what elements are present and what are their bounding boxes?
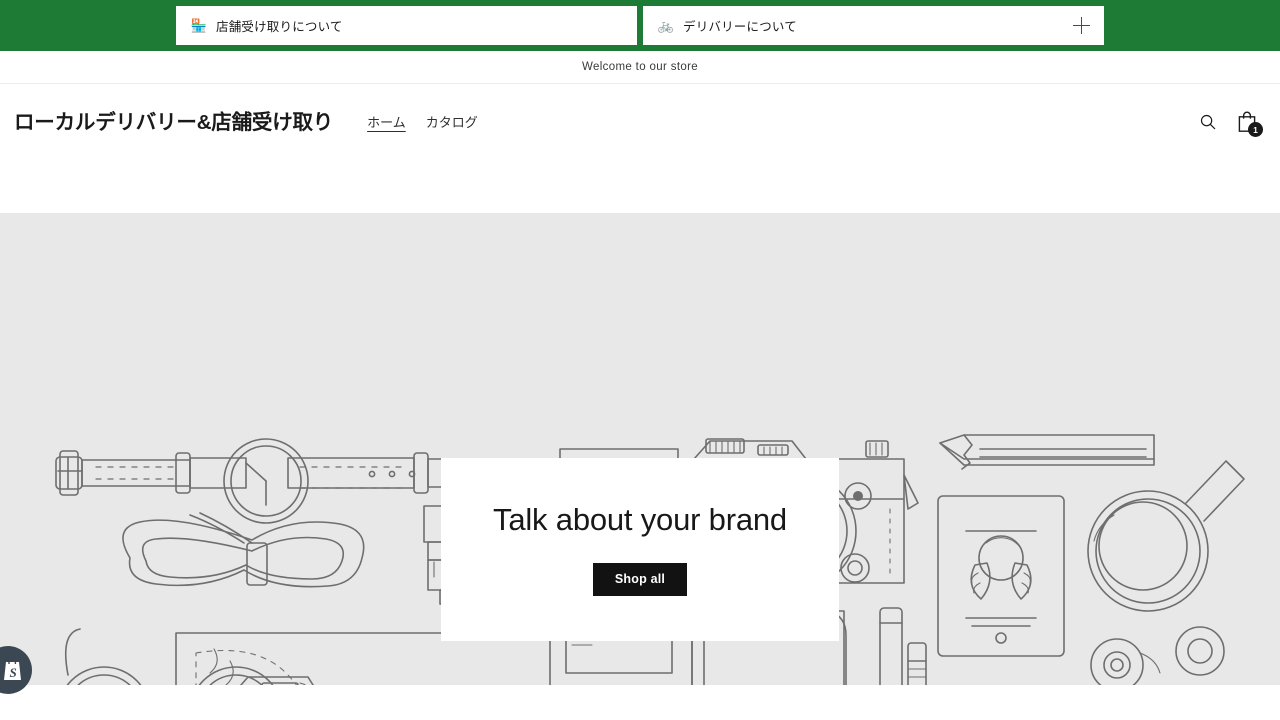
hero-title: Talk about your brand <box>493 502 787 538</box>
promo-banner: 🏪 店舗受け取りについて 🚲 デリバリーについて <box>0 0 1280 51</box>
plus-icon[interactable] <box>1073 17 1090 34</box>
header-actions: 1 <box>1198 108 1263 137</box>
announcement-text: Welcome to our store <box>581 61 699 73</box>
nav-item-home[interactable]: ホーム <box>367 108 406 138</box>
page-root: 🏪 店舗受け取りについて 🚲 デリバリーについて Welcome to our … <box>0 0 1280 720</box>
promo-tab-label: デリバリーについて <box>683 20 797 34</box>
shop-all-button[interactable]: Shop all <box>592 562 688 596</box>
storefront-icon: 🏪 <box>190 18 208 33</box>
svg-text:S: S <box>9 665 16 680</box>
nav-item-catalog[interactable]: カタログ <box>426 108 478 138</box>
promo-tab-delivery[interactable]: 🚲 デリバリーについて <box>643 6 1104 45</box>
announcement-bar: Welcome to our store <box>0 51 1280 84</box>
hero-section: Talk about your brand Shop all <box>0 213 1280 685</box>
main-navigation: ホーム カタログ <box>367 108 478 138</box>
site-header: ローカルデリバリー&店舗受け取り ホーム カタログ 1 <box>0 84 1280 213</box>
promo-tab-label: 店舗受け取りについて <box>216 20 343 34</box>
search-icon[interactable] <box>1198 112 1218 132</box>
hero-card: Talk about your brand Shop all <box>441 458 839 641</box>
bicycle-icon: 🚲 <box>657 18 675 33</box>
cart-button[interactable]: 1 <box>1236 110 1263 137</box>
promo-tab-store-pickup[interactable]: 🏪 店舗受け取りについて <box>176 6 637 45</box>
shopify-bag-icon: S <box>3 658 21 680</box>
cart-count-badge: 1 <box>1248 122 1263 137</box>
store-logo[interactable]: ローカルデリバリー&店舗受け取り <box>14 108 333 138</box>
